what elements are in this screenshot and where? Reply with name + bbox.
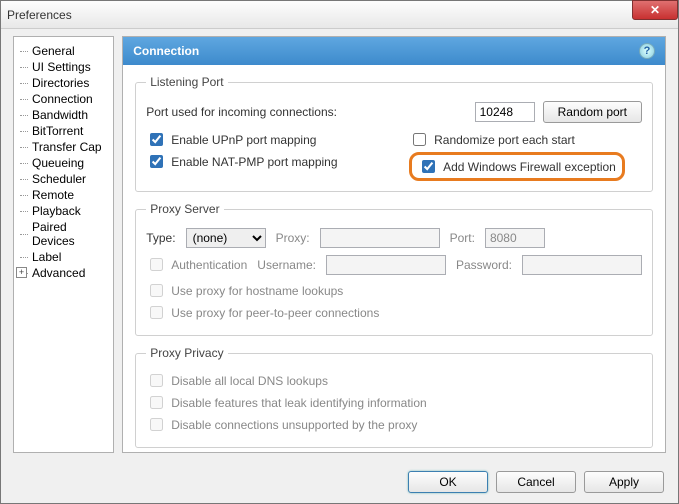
sidebar-item-bittorrent[interactable]: BitTorrent [18,123,109,139]
dns-input [150,374,163,387]
randomize-input[interactable] [413,133,426,146]
panel-body: Listening Port Port used for incoming co… [123,65,665,468]
unsupported-checkbox: Disable connections unsupported by the p… [146,415,642,434]
titlebar: Preferences ✕ [1,1,678,29]
proxy-p2p-checkbox: Use proxy for peer-to-peer connections [146,303,642,322]
sidebar-item-transfer-cap[interactable]: Transfer Cap [18,139,109,155]
panel-title: Connection [133,44,199,58]
listening-legend: Listening Port [146,75,227,89]
firewall-checkbox[interactable]: Add Windows Firewall exception [418,157,616,176]
firewall-input[interactable] [422,160,435,173]
proxy-port-label: Port: [450,231,475,245]
ok-button[interactable]: OK [408,471,488,493]
panel-header: Connection ? [123,37,665,65]
leak-checkbox: Disable features that leak identifying i… [146,393,642,412]
dns-checkbox: Disable all local DNS lookups [146,371,642,390]
nat-input[interactable] [150,155,163,168]
nat-checkbox[interactable]: Enable NAT-PMP port mapping [146,152,379,171]
dialog-buttons: OK Cancel Apply [408,471,664,493]
cancel-button[interactable]: Cancel [496,471,576,493]
sidebar-item-playback[interactable]: Playback [18,203,109,219]
sidebar: General UI Settings Directories Connecti… [13,36,114,453]
sidebar-item-directories[interactable]: Directories [18,75,109,91]
proxy-server-group: Proxy Server Type: (none) Proxy: Port: A… [135,202,653,336]
help-icon[interactable]: ? [639,43,655,59]
proxy-hostname-checkbox: Use proxy for hostname lookups [146,281,642,300]
sidebar-item-general[interactable]: General [18,43,109,59]
main-panel: Connection ? Listening Port Port used fo… [122,36,666,453]
firewall-highlight: Add Windows Firewall exception [409,152,625,181]
sidebar-item-queueing[interactable]: Queueing [18,155,109,171]
window-title: Preferences [7,8,72,22]
unsupported-input [150,418,163,431]
sidebar-item-label[interactable]: Label [18,249,109,265]
sidebar-item-connection[interactable]: Connection [18,91,109,107]
privacy-legend: Proxy Privacy [146,346,227,360]
listening-port-group: Listening Port Port used for incoming co… [135,75,653,192]
sidebar-item-advanced[interactable]: Advanced [18,265,109,281]
preferences-window: Preferences ✕ General UI Settings Direct… [0,0,679,504]
proxy-host-input [320,228,440,248]
leak-input [150,396,163,409]
upnp-checkbox[interactable]: Enable UPnP port mapping [146,130,379,149]
sidebar-item-bandwidth[interactable]: Bandwidth [18,107,109,123]
auth-input [150,258,163,271]
password-input [522,255,642,275]
password-label: Password: [456,258,512,272]
upnp-input[interactable] [150,133,163,146]
username-input [326,255,446,275]
proxy-privacy-group: Proxy Privacy Disable all local DNS look… [135,346,653,448]
proxy-host-label: Proxy: [276,231,310,245]
proxy-legend: Proxy Server [146,202,223,216]
sidebar-item-paired-devices[interactable]: Paired Devices [18,219,109,249]
random-port-button[interactable]: Random port [543,101,642,123]
proxy-type-select[interactable]: (none) [186,228,266,248]
close-button[interactable]: ✕ [632,0,678,20]
port-input[interactable] [475,102,535,122]
content-area: General UI Settings Directories Connecti… [13,36,666,453]
username-label: Username: [257,258,316,272]
sidebar-item-ui-settings[interactable]: UI Settings [18,59,109,75]
proxy-hostname-input [150,284,163,297]
apply-button[interactable]: Apply [584,471,664,493]
auth-checkbox: Authentication [146,255,247,274]
sidebar-item-remote[interactable]: Remote [18,187,109,203]
sidebar-item-scheduler[interactable]: Scheduler [18,171,109,187]
proxy-type-label: Type: [146,231,175,245]
randomize-checkbox[interactable]: Randomize port each start [409,130,642,149]
proxy-port-input [485,228,545,248]
port-label: Port used for incoming connections: [146,105,337,119]
proxy-p2p-input [150,306,163,319]
